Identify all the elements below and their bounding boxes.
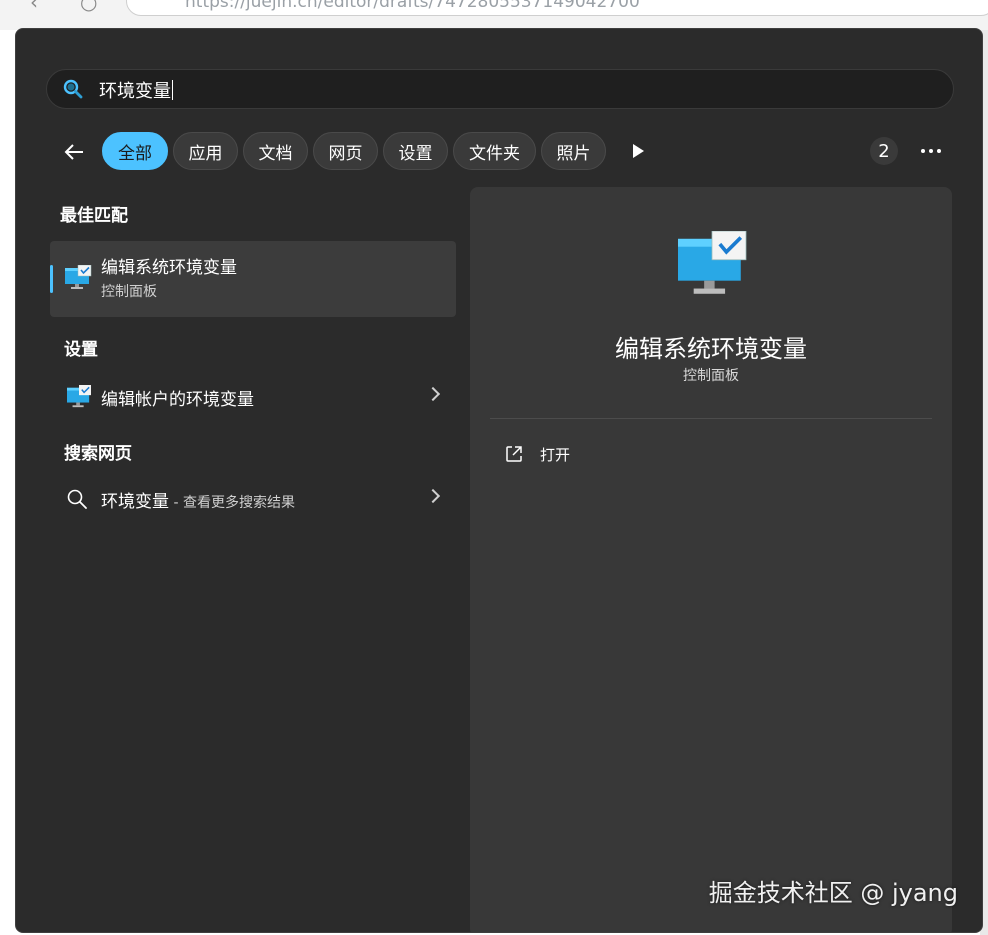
detail-subtitle: 控制面板 — [683, 368, 739, 384]
open-external-icon — [506, 446, 522, 462]
more-options-button[interactable] — [916, 137, 946, 165]
best-match-subtitle: 控制面板 — [101, 284, 157, 300]
chevron-right-icon[interactable] — [425, 386, 441, 402]
control-panel-monitor-icon — [65, 265, 92, 289]
ellipsis-dot — [921, 149, 925, 153]
search-icon — [67, 489, 87, 509]
best-match-item[interactable]: 编辑系统环境变量 控制面板 — [50, 241, 456, 317]
divider — [490, 418, 932, 419]
filter-chip-photos[interactable]: 照片 — [541, 132, 606, 170]
web-search-item[interactable]: 环境变量 - 查看更多搜索结果 — [50, 479, 456, 519]
windows-search-flyout: 环境变量 全部 应用 文档 网页 设置 文件夹 照片 2 最佳匹配 编辑系统环境… — [15, 28, 983, 933]
result-count-badge[interactable]: 2 — [870, 137, 898, 165]
settings-result-item[interactable]: 编辑帐户的环境变量 — [50, 377, 456, 417]
back-arrow-icon[interactable]: ‹ — [30, 0, 38, 14]
best-match-title: 编辑系统环境变量 — [101, 258, 237, 278]
web-search-query: 环境变量 — [101, 492, 169, 512]
back-arrow-icon[interactable] — [62, 140, 86, 164]
selection-indicator — [50, 265, 53, 293]
filter-chip-folders[interactable]: 文件夹 — [453, 132, 536, 170]
best-match-heading: 最佳匹配 — [60, 206, 128, 226]
search-input[interactable]: 环境变量 — [99, 77, 173, 103]
filter-chip-apps[interactable]: 应用 — [173, 132, 238, 170]
detail-pane: 编辑系统环境变量 控制面板 打开 — [470, 187, 952, 932]
filter-chip-web[interactable]: 网页 — [313, 132, 378, 170]
control-panel-monitor-icon — [678, 231, 747, 294]
open-label: 打开 — [540, 446, 571, 464]
text-caret — [172, 80, 173, 100]
filter-chip-all[interactable]: 全部 — [102, 132, 168, 170]
reload-icon[interactable]: ○ — [80, 0, 97, 14]
control-panel-monitor-icon — [67, 385, 91, 408]
settings-result-label: 编辑帐户的环境变量 — [101, 390, 254, 410]
filter-bar: 全部 应用 文档 网页 设置 文件夹 照片 2 — [16, 132, 982, 172]
results-list: 最佳匹配 编辑系统环境变量 控制面板 设置 编辑帐户的环境变量 搜索网页 环境变… — [16, 189, 466, 889]
search-box[interactable]: 环境变量 — [46, 69, 954, 109]
web-search-heading: 搜索网页 — [64, 444, 132, 464]
search-icon — [63, 79, 83, 99]
web-search-label: 环境变量 - 查看更多搜索结果 — [101, 487, 295, 512]
open-action[interactable]: 打开 — [504, 441, 704, 469]
ellipsis-dot — [937, 149, 941, 153]
address-bar[interactable]: https://juejin.cn/editor/drafts/74728055… — [126, 0, 988, 16]
watermark: 掘金技术社区 @ jyang — [708, 879, 958, 907]
browser-toolbar: ‹ ○ https://juejin.cn/editor/drafts/7472… — [0, 0, 988, 30]
chevron-right-icon[interactable] — [425, 488, 441, 504]
play-icon[interactable] — [633, 144, 644, 158]
web-search-hint: - 查看更多搜索结果 — [169, 495, 295, 511]
detail-title: 编辑系统环境变量 — [615, 335, 807, 363]
filter-chip-documents[interactable]: 文档 — [243, 132, 308, 170]
ellipsis-dot — [929, 149, 933, 153]
filter-chip-settings[interactable]: 设置 — [383, 132, 448, 170]
settings-heading: 设置 — [64, 340, 98, 360]
